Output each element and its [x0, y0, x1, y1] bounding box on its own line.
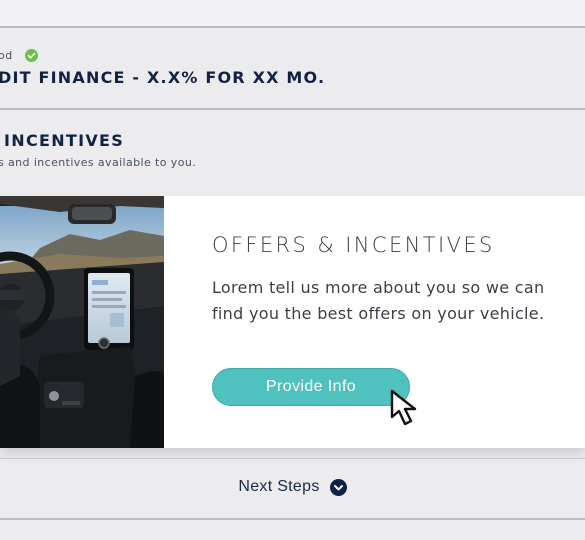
incentives-heading: INCENTIVES [4, 131, 125, 150]
divider [0, 518, 585, 520]
incentives-subtitle: s and incentives available to you. [0, 156, 197, 169]
provide-info-button[interactable]: Provide Info [212, 368, 410, 406]
offers-title: OFFERS & INCENTIVES [212, 233, 495, 257]
payment-method-row[interactable]: od DIT FINANCE - X.X% FOR XX MO. [0, 28, 585, 108]
offers-description: Lorem tell us more about you so we can f… [212, 278, 545, 323]
vehicle-interior-photo [0, 196, 164, 448]
next-steps-toggle[interactable]: Next Steps [0, 460, 585, 514]
check-icon [25, 49, 38, 62]
next-steps-label: Next Steps [238, 478, 320, 495]
top-band [0, 0, 585, 26]
divider [0, 458, 585, 459]
payment-method-title: DIT FINANCE - X.X% FOR XX MO. [0, 68, 326, 87]
chevron-down-icon [329, 478, 347, 496]
divider [0, 108, 585, 110]
payment-method-label: od [0, 49, 13, 62]
offers-card: OFFERS & INCENTIVES Lorem tell us more a… [0, 196, 585, 448]
pointer-cursor-icon [390, 389, 417, 426]
